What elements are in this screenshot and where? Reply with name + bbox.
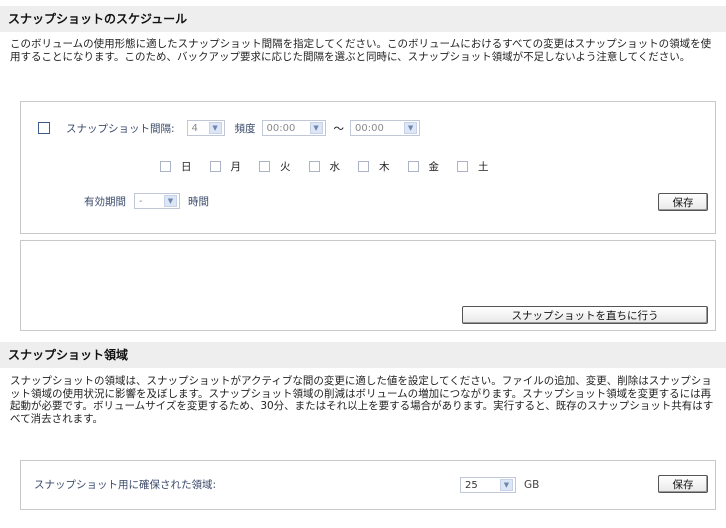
validity-select[interactable]: - ▼ xyxy=(134,193,180,209)
frequency-label: 頻度 xyxy=(234,122,256,135)
area-section-title: スナップショット領域 xyxy=(0,342,726,368)
day-label: 日 xyxy=(181,161,192,173)
reserved-size-row: 25 ▼ GB xyxy=(460,477,539,493)
day-thursday[interactable]: 木 xyxy=(358,159,390,174)
validity-value: - xyxy=(139,195,143,207)
area-save-button[interactable]: 保存 xyxy=(658,475,708,493)
day-checkbox[interactable] xyxy=(259,161,270,172)
chevron-down-icon: ▼ xyxy=(164,195,177,207)
day-checkbox[interactable] xyxy=(457,161,468,172)
day-checkbox[interactable] xyxy=(209,161,221,172)
day-label: 木 xyxy=(379,161,390,173)
day-friday[interactable]: 金 xyxy=(407,159,440,174)
day-sunday[interactable]: 日 xyxy=(160,159,192,174)
day-checkbox[interactable] xyxy=(407,161,419,172)
take-snapshot-now-button[interactable]: スナップショットを直ちに行う xyxy=(462,306,708,324)
days-row: 日 月 火 水 木 金 土 xyxy=(160,159,507,174)
day-label: 土 xyxy=(478,161,489,173)
day-checkbox[interactable] xyxy=(160,161,171,172)
from-time-select[interactable]: 00:00 ▼ xyxy=(261,120,326,136)
schedule-section-title: スナップショットのスケジュール xyxy=(0,6,726,32)
interval-label: スナップショット間隔: xyxy=(66,122,175,135)
reserved-size-value: 25 xyxy=(465,479,478,491)
range-separator: ～ xyxy=(333,122,345,135)
day-label: 水 xyxy=(329,161,341,173)
hours-label: 時間 xyxy=(188,195,209,208)
interval-row: スナップショット間隔: 4 ▼ 頻度 00:00 ▼ ～ 00:00 ▼ xyxy=(38,120,421,136)
validity-label: 有効期間 xyxy=(84,195,126,208)
day-label: 金 xyxy=(428,161,440,173)
day-label: 月 xyxy=(230,161,242,173)
chevron-down-icon: ▼ xyxy=(208,122,222,134)
validity-row: 有効期間 - ▼ 時間 xyxy=(84,193,209,209)
unit-label: GB xyxy=(524,479,540,491)
day-monday[interactable]: 月 xyxy=(209,159,242,174)
day-checkbox[interactable] xyxy=(358,161,369,172)
interval-value: 4 xyxy=(191,122,198,134)
day-tuesday[interactable]: 火 xyxy=(259,159,291,174)
from-time-value: 00:00 xyxy=(266,122,296,134)
interval-checkbox[interactable] xyxy=(38,122,50,134)
day-wednesday[interactable]: 水 xyxy=(308,159,341,174)
interval-select[interactable]: 4 ▼ xyxy=(186,120,225,136)
area-description: スナップショットの領域は、スナップショットがアクティブな間の変更に適した値を設定… xyxy=(10,375,714,425)
schedule-description: このボリュームの使用形態に適したスナップショット間隔を指定してください。このボリ… xyxy=(10,38,712,63)
reserved-size-select[interactable]: 25 ▼ xyxy=(460,477,516,493)
snapshot-settings-page: スナップショットのスケジュール このボリュームの使用形態に適したスナップショット… xyxy=(0,0,726,528)
day-saturday[interactable]: 土 xyxy=(457,159,489,174)
to-time-value: 00:00 xyxy=(355,122,384,134)
chevron-down-icon: ▼ xyxy=(404,122,418,134)
to-time-select[interactable]: 00:00 ▼ xyxy=(350,120,421,136)
day-checkbox[interactable] xyxy=(308,161,320,172)
reserved-area-label: スナップショット用に確保された領域: xyxy=(34,479,217,491)
chevron-down-icon: ▼ xyxy=(309,122,323,134)
day-label: 火 xyxy=(280,161,291,173)
reserved-row: スナップショット用に確保された領域: xyxy=(34,477,216,492)
chevron-down-icon: ▼ xyxy=(500,479,513,491)
schedule-save-button[interactable]: 保存 xyxy=(658,193,708,211)
